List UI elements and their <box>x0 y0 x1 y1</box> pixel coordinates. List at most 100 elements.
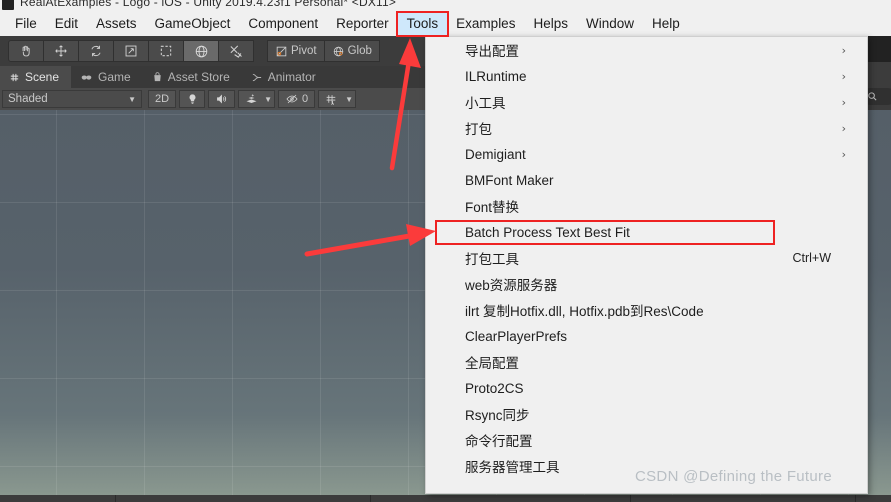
gizmos-icon <box>325 93 338 106</box>
menu-item[interactable]: 导出配置 › <box>426 37 867 63</box>
menu-item-label: Rsync同步 <box>465 408 530 423</box>
menu-item-label: Demigiant <box>465 146 526 162</box>
globe-icon <box>332 45 345 58</box>
submenu-chevron-right-icon: › <box>841 121 846 135</box>
menu-item-label: 导出配置 <box>465 44 519 59</box>
csdn-watermark: CSDN @Defining the Future <box>635 468 832 485</box>
menu-item[interactable]: ClearPlayerPrefs <box>426 323 867 349</box>
menu-item[interactable]: 打包 › <box>426 115 867 141</box>
move-arrows-icon <box>54 44 68 58</box>
menu-item[interactable]: BMFont Maker <box>426 167 867 193</box>
menu-item-label: 全局配置 <box>465 356 519 371</box>
menu-item-shortcut: Ctrl+W <box>792 251 831 265</box>
menu-reporter[interactable]: Reporter <box>327 13 398 35</box>
tab-animator[interactable]: Animator <box>241 66 328 88</box>
tab-label: Scene <box>25 70 60 84</box>
speaker-icon <box>215 93 228 105</box>
menu-item-label: ClearPlayerPrefs <box>465 328 568 344</box>
menu-item-label: BMFont Maker <box>465 172 554 188</box>
menu-item[interactable]: web资源服务器 <box>426 271 867 297</box>
search-icon <box>867 91 878 102</box>
move-tool-button[interactable] <box>43 40 79 62</box>
eye-off-icon <box>285 93 299 105</box>
draw-mode-dropdown[interactable]: Shaded ▼ <box>2 90 142 108</box>
menu-component[interactable]: Component <box>239 13 327 35</box>
menu-item[interactable]: ILRuntime › <box>426 63 867 89</box>
visibility-count: 0 <box>301 93 309 105</box>
menu-item[interactable]: 命令行配置 <box>426 427 867 453</box>
menu-item[interactable]: 小工具 › <box>426 89 867 115</box>
menu-item-list: 导出配置 › ILRuntime › 小工具 › 打包 › Demigiant › BMFont M… <box>426 37 867 479</box>
menu-item[interactable]: 全局配置 <box>426 349 867 375</box>
menu-gameobject[interactable]: GameObject <box>146 13 240 35</box>
menu-item-label: 打包工具 <box>465 252 519 267</box>
menu-item-label: Font替换 <box>465 200 520 215</box>
toggle-2d-button[interactable]: 2D <box>148 90 177 108</box>
submenu-chevron-right-icon: › <box>841 69 846 83</box>
menu-item-label: Batch Process Text Best Fit <box>465 224 630 240</box>
menu-helps[interactable]: Helps <box>524 13 577 35</box>
menu-item[interactable]: Rsync同步 <box>426 401 867 427</box>
menu-examples[interactable]: Examples <box>447 13 524 35</box>
pivot-label: Pivot <box>291 45 317 57</box>
window-title-bar: RealAtExamples - Logo - iOS - Unity 2019… <box>0 0 891 12</box>
menu-item[interactable]: ilrt 复制Hotfix.dll, Hotfix.pdb到Res\Code <box>426 297 867 323</box>
pivot-toggle-button[interactable]: Pivot <box>267 40 325 62</box>
menu-item[interactable]: 打包工具 Ctrl+W <box>426 245 867 271</box>
menu-item[interactable]: Proto2CS <box>426 375 867 401</box>
lightbulb-icon <box>187 93 198 105</box>
menu-assets[interactable]: Assets <box>87 13 146 35</box>
scene-gizmos-button[interactable]: ▼ <box>318 90 357 108</box>
menu-window[interactable]: Window <box>577 13 643 35</box>
rect-icon <box>159 44 173 58</box>
menu-item-label: web资源服务器 <box>465 278 558 293</box>
pivot-icon <box>275 45 288 58</box>
rect-tool-button[interactable] <box>148 40 184 62</box>
tab-label: Game <box>98 70 131 84</box>
unity-app-icon <box>2 0 14 10</box>
editor-bottom-edge <box>0 495 891 502</box>
handle-space-button[interactable]: Glob <box>323 40 380 62</box>
menu-item[interactable]: Demigiant › <box>426 141 867 167</box>
gizmos-chevron-down-icon[interactable]: ▼ <box>345 95 353 104</box>
rotate-icon <box>89 44 103 58</box>
tools-dropdown-menu: 导出配置 › ILRuntime › 小工具 › 打包 › Demigiant › BMFont M… <box>425 36 868 494</box>
draw-mode-label: Shaded <box>8 93 48 105</box>
scene-lighting-button[interactable] <box>179 90 206 108</box>
menu-item-highlighted[interactable]: Batch Process Text Best Fit <box>426 219 867 245</box>
scene-fx-button[interactable]: ▼ <box>238 90 275 108</box>
tab-game[interactable]: Game <box>71 66 143 88</box>
menu-item-label: Proto2CS <box>465 380 524 396</box>
scale-tool-button[interactable] <box>113 40 149 62</box>
scene-audio-button[interactable] <box>208 90 236 108</box>
wrench-screwdriver-icon <box>229 44 244 59</box>
menu-item-label: 小工具 <box>465 96 506 111</box>
custom-tool-button[interactable] <box>218 40 254 62</box>
menu-item-label: ilrt 复制Hotfix.dll, Hotfix.pdb到Res\Code <box>465 304 704 319</box>
menu-file[interactable]: File <box>6 13 46 35</box>
effects-icon <box>245 93 258 105</box>
submenu-chevron-right-icon: › <box>841 147 846 161</box>
menu-tools[interactable]: Tools <box>397 13 448 35</box>
scale-icon <box>124 44 138 58</box>
menu-item-label: 打包 <box>465 122 492 137</box>
animator-icon <box>251 72 263 83</box>
two-d-label: 2D <box>155 93 170 105</box>
menu-help[interactable]: Help <box>643 13 689 35</box>
transform-tool-button[interactable] <box>183 40 219 62</box>
handle-space-label: Glob <box>347 45 372 57</box>
tab-scene[interactable]: Scene <box>0 66 72 88</box>
menu-item-label: 服务器管理工具 <box>465 460 560 475</box>
tab-asset-store[interactable]: Asset Store <box>142 66 242 88</box>
chevron-down-icon: ▼ <box>128 94 136 104</box>
hand-tool-button[interactable] <box>8 40 44 62</box>
menu-item[interactable]: Font替换 <box>426 193 867 219</box>
submenu-chevron-right-icon: › <box>841 43 846 57</box>
grid-icon <box>9 72 20 83</box>
store-bag-icon <box>152 71 163 83</box>
scene-visibility-button[interactable]: 0 <box>277 90 316 108</box>
tab-label: Animator <box>267 70 316 84</box>
rotate-tool-button[interactable] <box>78 40 114 62</box>
fx-chevron-down-icon[interactable]: ▼ <box>264 95 272 104</box>
menu-edit[interactable]: Edit <box>46 13 87 35</box>
